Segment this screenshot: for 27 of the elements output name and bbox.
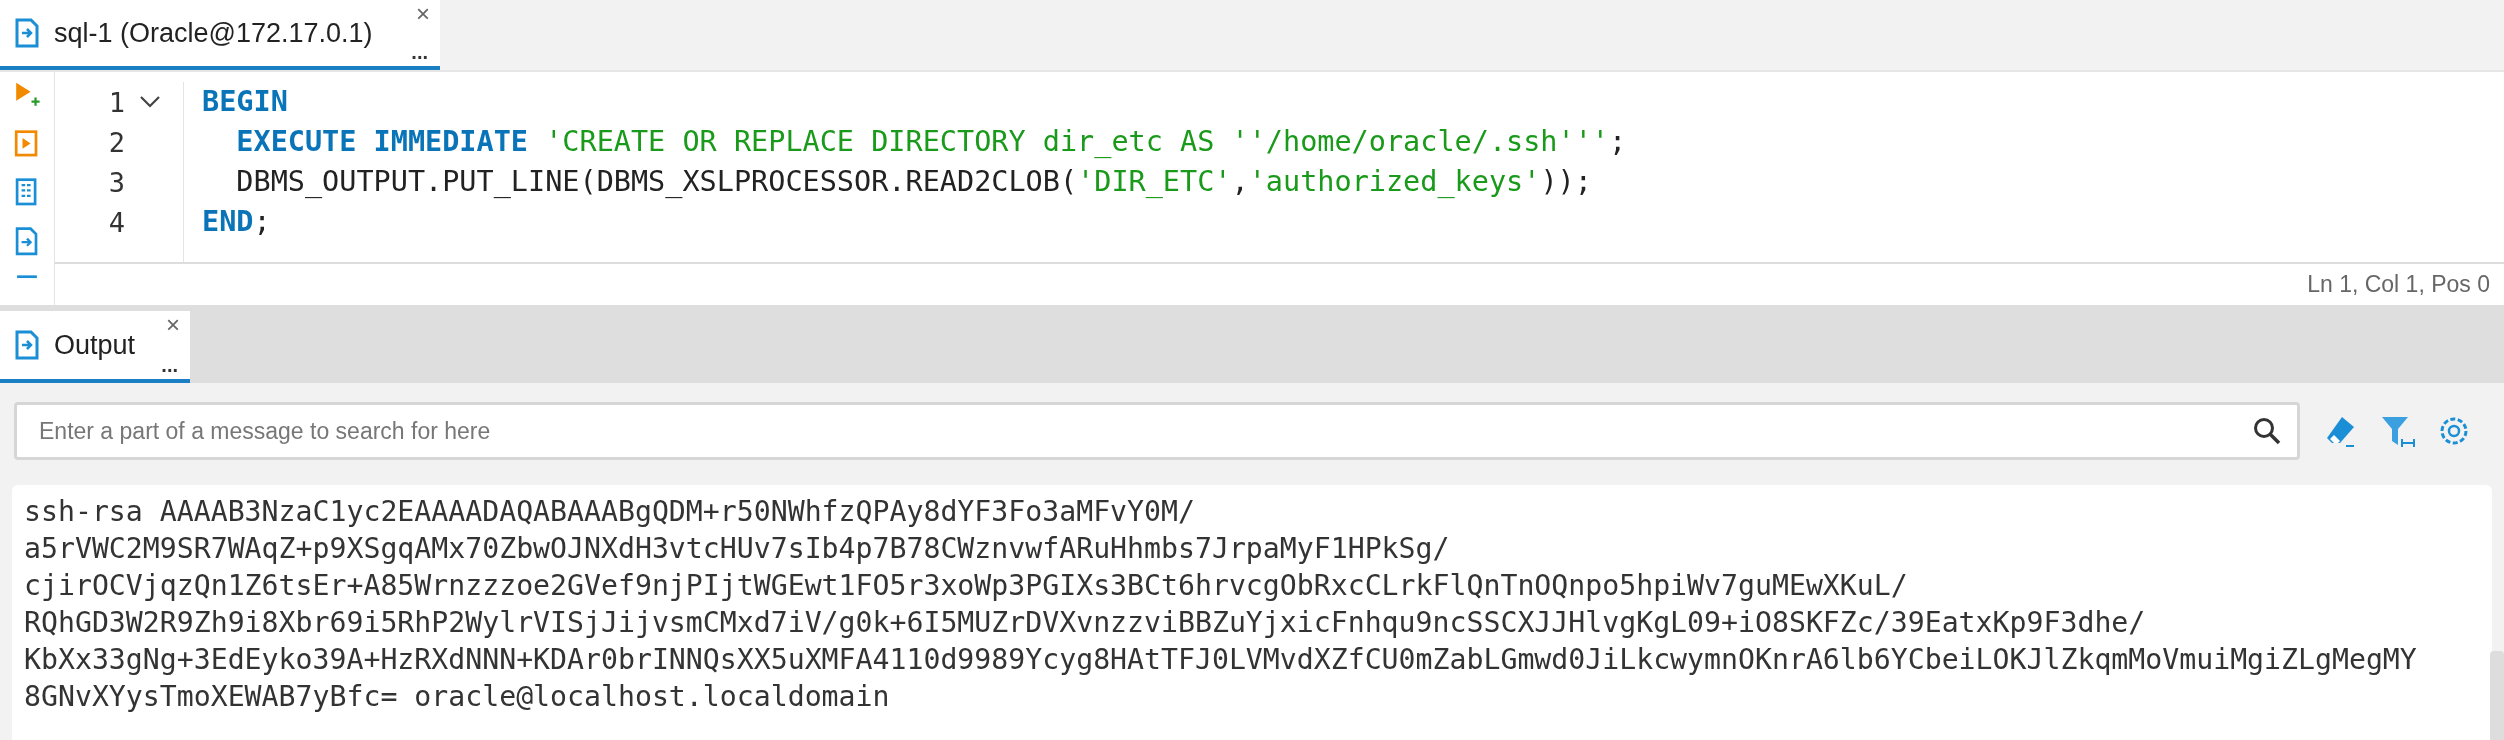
line-number: 4 [108, 206, 125, 238]
tab-label: sql-1 (Oracle@172.17.0.1) [54, 17, 373, 49]
cursor-position: Ln 1, Col 1, Pos 0 [2307, 271, 2490, 298]
output-line: a5rVWC2M9SR7WAqZ+p9XSgqAMx70ZbwOJNXdH3vtcHUv7sIb4p7B78CWznvwfARuHhmbs7JrpaMyF1HPkSg/ [24, 531, 1451, 567]
chevron-down-icon[interactable] [139, 94, 161, 110]
tab[interactable]: sql-1 (Oracle@172.17.0.1) × ... [0, 0, 440, 70]
more-button[interactable]: ... [411, 42, 428, 62]
close-button[interactable]: × [166, 313, 180, 337]
search-icon[interactable] [2252, 416, 2282, 446]
code-line: END; [202, 204, 272, 240]
scrollbar[interactable] [2490, 651, 2504, 740]
code-line: BEGIN [202, 84, 289, 120]
search-field[interactable]: Enter a part of a message to search for here [14, 402, 2300, 460]
output-line: cjirOCVjqzQn1Z6tsEr+A85Wrnzzzoe2GVef9njPIjtWGEwt1FO5r3xoWp3PGIXs3BCt6hrvcgObRxcCLrkFlQnTnOQnpo5hpiWv7guMEwXKuL/ [24, 568, 1909, 604]
tab[interactable]: Output × ... [0, 311, 190, 383]
line-number: 1 [108, 86, 125, 118]
code-line: DBMS_OUTPUT.PUT_LINE(DBMS_XSLPROCESSOR.READ2CLOB('DIR_ETC','authorized_keys')); [235, 164, 1593, 200]
code-line: EXECUTE IMMEDIATE 'CREATE OR REPLACE DIRECTORY dir_etc AS ''/home/oracle/.ssh'''; [235, 124, 1627, 160]
output-line: RQhGD3W2R9Zh9i8Xbr69i5RhP2WylrVISjJijvsmCMxd7iV/g0k+6I5MUZrDVXvnzzviBBZuYjxicFnhqu9ncSSCXJJHlvgKgL09+iO8SKFZc/39EatxKp9F3dhe/ [24, 605, 2147, 641]
line-number: 2 [108, 126, 125, 158]
more-button[interactable]: ... [161, 355, 178, 375]
tab-label: Output [54, 329, 136, 361]
line-number: 3 [108, 166, 125, 198]
output-line: ssh-rsa AAAAB3NzaC1yc2EAAAADAQABAAABgQDM+r50NWhfzQPAy8dYF3Fo3aMFvY0M/ [24, 494, 1196, 530]
output-line: KbXx33gNg+3EdEyko39A+HzRXdNNN+KDAr0brINNQsXX5uXMFA4110d9989Ycyg8HAtTFJ0LVMvdXZfCU0mZabLGmwd0JiLkcwymnOKnrA6lb6YCbeiLOKJlZkqmMoVmuiMgiZLgMegMY [24, 642, 2418, 678]
output-line: 8GNvXYysTmoXEWAB7yBfc= oracle@localhost.localdomain [24, 679, 891, 715]
close-button[interactable]: × [416, 2, 430, 26]
